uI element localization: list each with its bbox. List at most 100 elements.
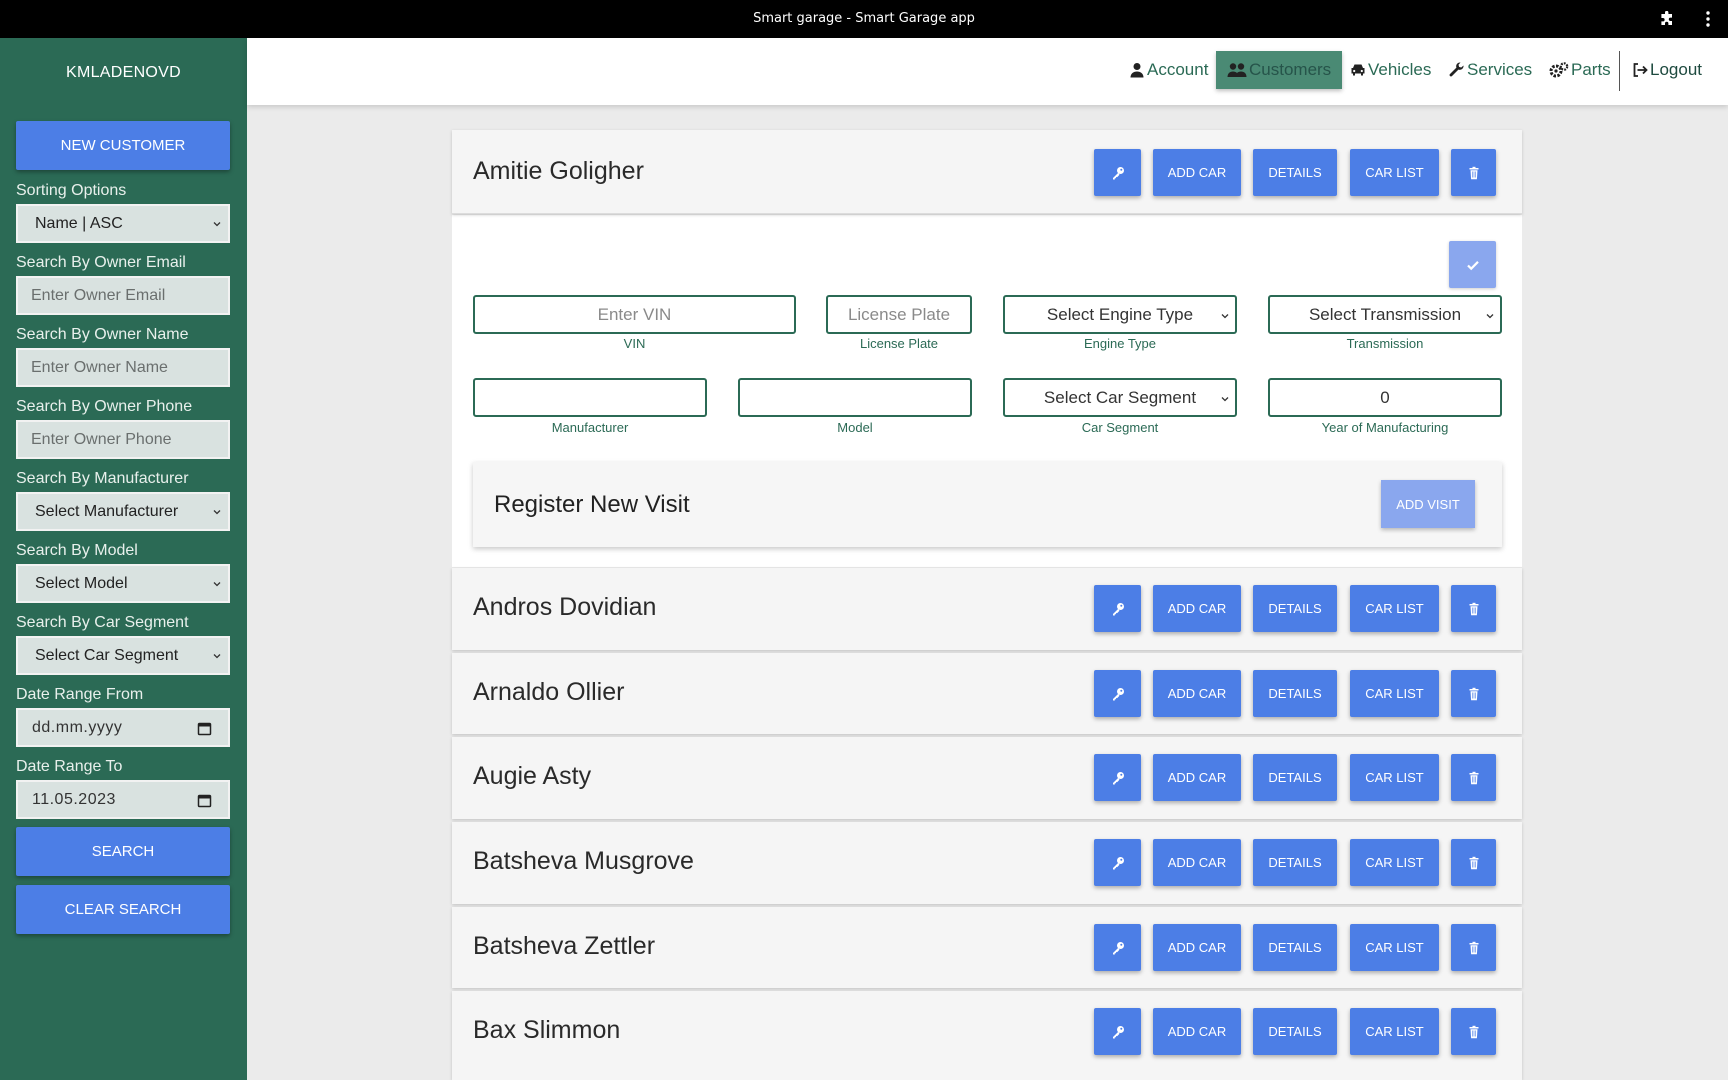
edit-customer-button[interactable]: [1094, 1008, 1141, 1055]
nav-customers[interactable]: Customers: [1216, 51, 1343, 89]
vin-placeholder: Enter VIN: [597, 304, 672, 324]
sorting-options-select[interactable]: Name | ASC: [16, 204, 230, 243]
new-customer-button[interactable]: NEW CUSTOMER: [16, 121, 230, 170]
delete-customer-button[interactable]: [1451, 924, 1496, 971]
date-from-label: Date Range From: [16, 686, 144, 703]
trash-icon: [1469, 687, 1478, 700]
customer-card: Andros Dovidian ADD CAR DETAILS CAR LIST: [452, 568, 1522, 650]
search-button[interactable]: SEARCH: [16, 827, 230, 876]
add-car-button[interactable]: ADD CAR: [1153, 1008, 1241, 1055]
details-button[interactable]: DETAILS: [1253, 754, 1337, 801]
car-list-button[interactable]: CAR LIST: [1350, 1008, 1439, 1055]
model-label: Model: [837, 420, 873, 435]
register-visit-panel: Register New Visit ADD VISIT: [473, 462, 1502, 547]
edit-customer-button[interactable]: [1094, 670, 1141, 717]
transmission-select[interactable]: Select Transmission: [1268, 295, 1502, 334]
manufacturer-filter-value: Select Manufacturer: [35, 502, 179, 520]
extensions-puzzle-icon[interactable]: [1659, 11, 1675, 27]
nav-vehicles[interactable]: Vehicles: [1350, 51, 1431, 89]
manufacturer-filter-select[interactable]: Select Manufacturer: [16, 492, 230, 531]
segment-filter-value: Select Car Segment: [35, 646, 179, 664]
gears-icon: [1549, 62, 1569, 78]
chevron-down-icon: [213, 510, 221, 515]
browser-menu-icon[interactable]: [1702, 9, 1714, 29]
owner-email-input[interactable]: Enter Owner Email: [16, 276, 230, 315]
owner-name-placeholder: Enter Owner Name: [31, 358, 168, 376]
year-label: Year of Manufacturing: [1321, 420, 1449, 435]
car-list-button[interactable]: CAR LIST: [1350, 149, 1439, 196]
car-list-button[interactable]: CAR LIST: [1350, 924, 1439, 971]
car-list-button[interactable]: CAR LIST: [1350, 585, 1439, 632]
car-list-button[interactable]: CAR LIST: [1350, 754, 1439, 801]
car-segment-label: Car Segment: [1081, 420, 1159, 435]
engine-type-select[interactable]: Select Engine Type: [1003, 295, 1237, 334]
nav-account[interactable]: Account: [1129, 51, 1208, 89]
owner-name-label: Search By Owner Name: [16, 326, 189, 343]
add-car-button[interactable]: ADD CAR: [1153, 754, 1241, 801]
owner-email-placeholder: Enter Owner Email: [31, 286, 166, 304]
license-plate-placeholder: License Plate: [847, 304, 951, 324]
calendar-icon[interactable]: [197, 793, 212, 808]
details-button[interactable]: DETAILS: [1253, 149, 1337, 196]
segment-filter-select[interactable]: Select Car Segment: [16, 636, 230, 675]
details-button[interactable]: DETAILS: [1253, 585, 1337, 632]
delete-customer-button[interactable]: [1451, 585, 1496, 632]
delete-customer-button[interactable]: [1451, 839, 1496, 886]
add-car-button[interactable]: ADD CAR: [1153, 149, 1241, 196]
owner-phone-input[interactable]: Enter Owner Phone: [16, 420, 230, 459]
nav-logout[interactable]: Logout: [1632, 51, 1702, 89]
customer-name: Arnaldo Ollier: [473, 678, 625, 706]
details-button[interactable]: DETAILS: [1253, 1008, 1337, 1055]
edit-customer-button[interactable]: [1094, 839, 1141, 886]
vin-input[interactable]: Enter VIN: [473, 295, 796, 334]
edit-customer-button[interactable]: [1094, 924, 1141, 971]
date-from-input[interactable]: dd.mm.yyyy: [16, 708, 230, 747]
segment-filter-label: Search By Car Segment: [16, 614, 189, 631]
trash-icon: [1469, 941, 1478, 954]
nav-divider: [1619, 51, 1620, 91]
clear-search-button[interactable]: CLEAR SEARCH: [16, 885, 230, 934]
model-filter-select[interactable]: Select Model: [16, 564, 230, 603]
delete-customer-button[interactable]: [1451, 754, 1496, 801]
chevron-down-icon: [213, 222, 221, 227]
add-car-button[interactable]: ADD CAR: [1153, 585, 1241, 632]
owner-email-label: Search By Owner Email: [16, 254, 186, 271]
confirm-add-car-button[interactable]: [1449, 241, 1496, 288]
manufacturer-input[interactable]: [473, 378, 707, 417]
chevron-down-icon: [1221, 397, 1229, 402]
delete-customer-button[interactable]: [1451, 670, 1496, 717]
add-car-button[interactable]: ADD CAR: [1153, 670, 1241, 717]
date-to-input[interactable]: 11.05.2023: [16, 780, 230, 819]
edit-customer-button[interactable]: [1094, 754, 1141, 801]
owner-name-input[interactable]: Enter Owner Name: [16, 348, 230, 387]
car-segment-select[interactable]: Select Car Segment: [1003, 378, 1237, 417]
car-list-button[interactable]: CAR LIST: [1350, 670, 1439, 717]
transmission-label: Transmission: [1346, 336, 1424, 351]
nav-parts-label: Parts: [1571, 60, 1611, 79]
calendar-icon[interactable]: [197, 721, 212, 736]
model-input[interactable]: [738, 378, 972, 417]
nav-account-label: Account: [1147, 60, 1209, 79]
delete-customer-button[interactable]: [1451, 149, 1496, 196]
details-button[interactable]: DETAILS: [1253, 924, 1337, 971]
engine-type-value: Select Engine Type: [1046, 304, 1194, 324]
year-input[interactable]: 0: [1268, 378, 1502, 417]
license-plate-input[interactable]: License Plate: [826, 295, 972, 334]
chevron-down-icon: [1486, 314, 1494, 319]
chevron-down-icon: [1221, 314, 1229, 319]
details-button[interactable]: DETAILS: [1253, 839, 1337, 886]
nav-parts[interactable]: Parts: [1549, 51, 1611, 89]
add-car-button[interactable]: ADD CAR: [1153, 839, 1241, 886]
edit-customer-button[interactable]: [1094, 149, 1141, 196]
edit-customer-button[interactable]: [1094, 585, 1141, 632]
details-button[interactable]: DETAILS: [1253, 670, 1337, 717]
car-list-button[interactable]: CAR LIST: [1350, 839, 1439, 886]
delete-customer-button[interactable]: [1451, 1008, 1496, 1055]
nav-services[interactable]: Services: [1449, 51, 1532, 89]
add-visit-button[interactable]: ADD VISIT: [1381, 480, 1475, 528]
key-icon: [1112, 856, 1124, 869]
register-visit-title: Register New Visit: [494, 491, 690, 518]
customer-name: Andros Dovidian: [473, 593, 657, 621]
window-titlebar: Smart garage - Smart Garage app: [0, 0, 1728, 38]
add-car-button[interactable]: ADD CAR: [1153, 924, 1241, 971]
